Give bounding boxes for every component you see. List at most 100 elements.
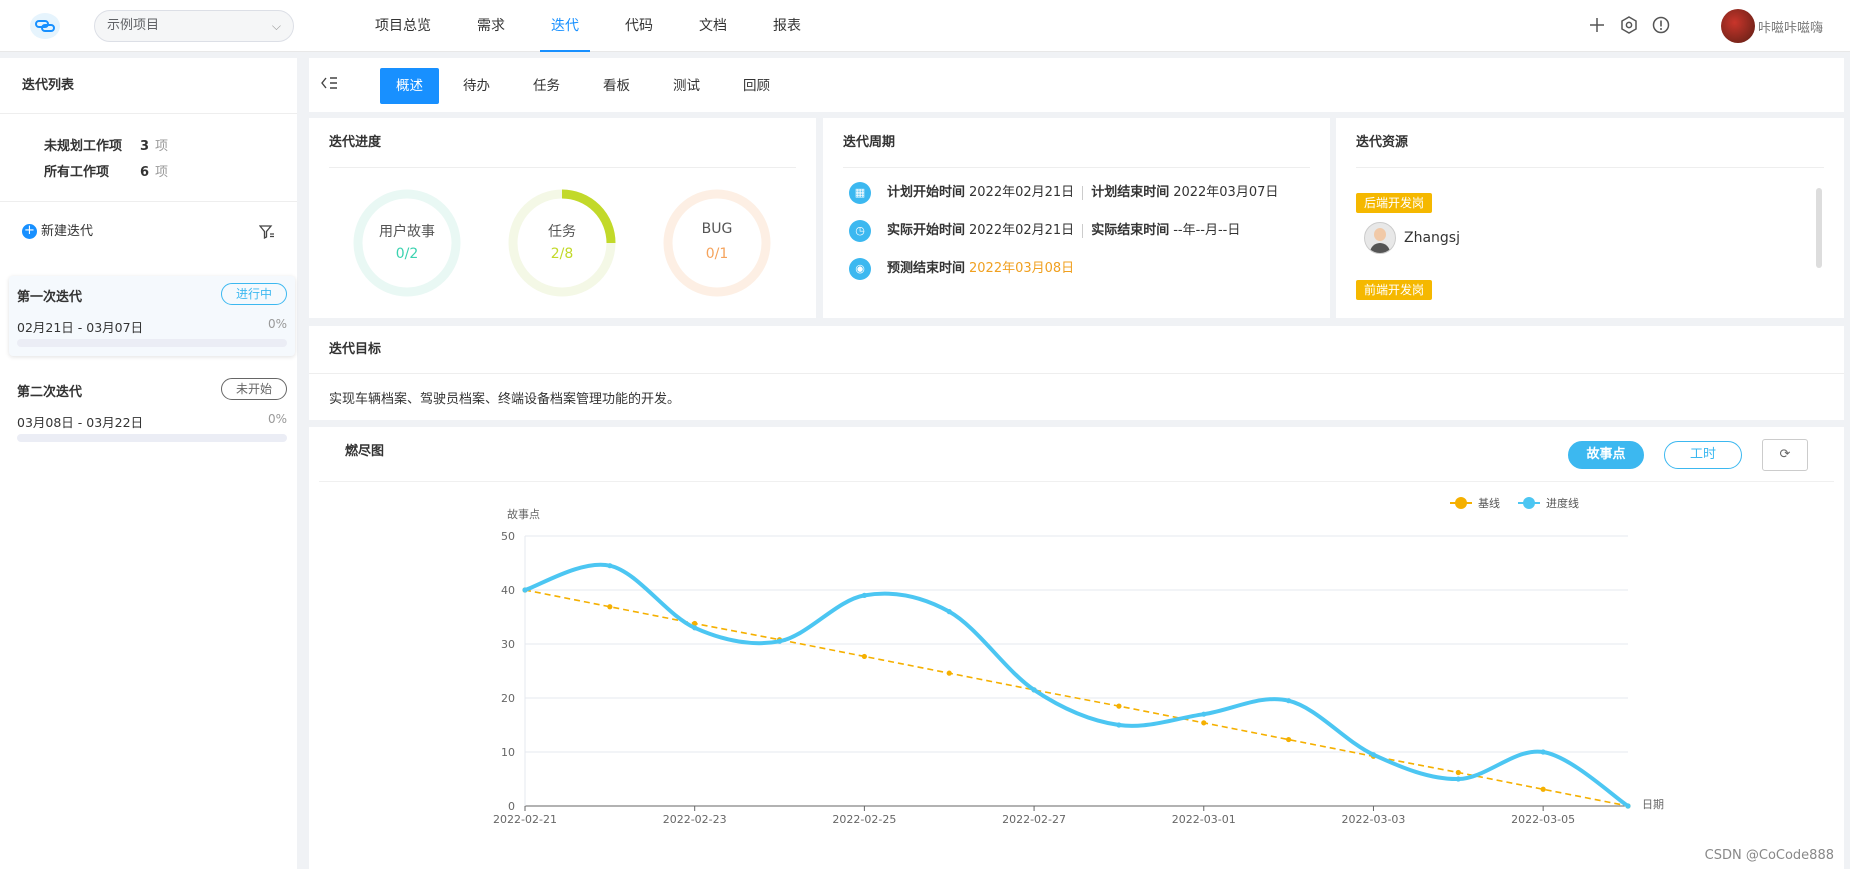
project-select[interactable]: 示例项目 ⌵ [94, 10, 294, 42]
divider [329, 167, 796, 168]
project-select-value: 示例项目 [107, 18, 160, 33]
plan-time-row: ▦ 计划开始时间 2022年02月21日 计划结束时间 2022年03月07日 [849, 182, 1278, 204]
stat-label: 所有工作项 [44, 165, 110, 180]
chevron-down-icon: ⌵ [271, 19, 281, 33]
member-avatar [1364, 222, 1396, 254]
ring-label: 任务 [548, 224, 576, 240]
data-point-progress [522, 587, 528, 593]
actual-start-label: 实际开始时间 [887, 223, 966, 238]
clock-icon: ◷ [849, 220, 871, 242]
ring-chart [353, 189, 461, 297]
nav-reports[interactable]: 报表 [750, 0, 824, 52]
member-name: Zhangsj [1404, 230, 1460, 246]
x-tick-label: 2022-03-01 [1172, 813, 1236, 826]
forecast-time-row: ◉ 预测结束时间 2022年03月08日 [849, 258, 1074, 280]
iteration-progress-text: 0% [267, 317, 287, 331]
actual-start-value: 2022年02月21日 [969, 223, 1075, 238]
new-iteration-label: 新建迭代 [41, 224, 94, 239]
iteration-dates: 03月08日 - 03月22日 [17, 415, 144, 430]
tab-board[interactable]: 看板 [587, 68, 646, 104]
iteration-goal-panel: 迭代目标 实现车辆档案、驾驶员档案、终端设备档案管理功能的开发。 [309, 326, 1844, 420]
stat-all[interactable]: 所有工作项 6 项 [44, 160, 297, 186]
data-point-baseline [946, 670, 952, 676]
data-point-baseline [1286, 736, 1292, 743]
nav-requirements[interactable]: 需求 [454, 0, 528, 52]
settings-icon[interactable] [1618, 14, 1640, 36]
plus-icon[interactable] [1586, 14, 1608, 36]
nav-code[interactable]: 代码 [602, 0, 676, 52]
ring-user-stories[interactable]: 用户故事 0/2 [352, 188, 462, 298]
tab-tasks[interactable]: 任务 [517, 68, 576, 104]
iteration-card[interactable]: 第一次迭代 进行中 02月21日 - 03月07日 0% [9, 276, 295, 356]
data-point-progress [861, 592, 867, 598]
ring-tasks[interactable]: 任务 2/8 [507, 188, 617, 298]
plan-start-value: 2022年02月21日 [969, 185, 1075, 200]
status-badge: 未开始 [220, 378, 287, 400]
tab-retro[interactable]: 回顾 [727, 68, 786, 104]
alert-icon[interactable] [1650, 14, 1672, 36]
data-point-baseline [607, 604, 613, 610]
forecast-label: 预测结束时间 [887, 261, 966, 276]
data-point-progress [776, 638, 783, 644]
iteration-tabs: 概述 待办 任务 看板 测试 回顾 [309, 58, 1844, 112]
divider [1356, 167, 1824, 168]
resource-member[interactable]: Zhangsj [1364, 222, 1460, 254]
y-tick-label: 0 [508, 800, 515, 813]
tab-todo[interactable]: 待办 [447, 68, 506, 104]
stat-unit: 项 [155, 139, 169, 154]
plan-start-label: 计划开始时间 [887, 185, 966, 200]
iteration-card[interactable]: 第二次迭代 未开始 03月08日 - 03月22日 0% [9, 371, 295, 451]
data-point-baseline [1540, 786, 1546, 792]
divider [309, 373, 1844, 374]
user-avatar[interactable] [1721, 9, 1755, 43]
legend-label: 进度线 [1546, 496, 1579, 510]
filter-icon[interactable] [258, 202, 275, 262]
ring-chart [508, 189, 616, 297]
app-logo-icon[interactable] [30, 13, 60, 39]
ring-bugs[interactable]: BUG 0/1 [662, 188, 772, 298]
ring-chart [663, 189, 771, 297]
tab-testing[interactable]: 测试 [657, 68, 716, 104]
x-tick-label: 2022-02-27 [1002, 813, 1066, 826]
scrollbar[interactable] [1816, 188, 1822, 268]
role-tag-backend: 后端开发岗 [1356, 193, 1433, 213]
iteration-sidebar: 迭代列表 未规划工作项 3 项 所有工作项 6 项 + 新建迭代 第一次迭代 进行中 02… [0, 58, 297, 869]
ring-value: 2/8 [550, 246, 574, 262]
plan-end-value: 2022年03月07日 [1173, 185, 1279, 200]
data-point-progress [1370, 752, 1377, 758]
nav-docs[interactable]: 文档 [676, 0, 750, 52]
new-iteration-row: + 新建迭代 [0, 202, 297, 262]
header-actions [1586, 14, 1672, 36]
stat-count: 3 [140, 139, 150, 154]
y-tick-label: 30 [501, 638, 515, 651]
burndown-panel: 燃尽图 故事点 工时 ⟳ 0 10 20 30 40 50 2022-02-21 2022-0… [309, 427, 1844, 869]
user-name[interactable]: 咔嗞咔嗞嗨 [1758, 17, 1823, 36]
data-point-progress [1455, 776, 1461, 782]
stat-label: 未规划工作项 [44, 139, 123, 154]
ring-value: 0/2 [395, 246, 419, 262]
legend-marker [1523, 497, 1535, 509]
watermark: CSDN @CoCode888 [1704, 848, 1834, 863]
new-iteration-button[interactable]: + 新建迭代 [22, 224, 93, 239]
iteration-progress-text: 0% [267, 412, 287, 426]
collapse-sidebar-icon[interactable] [320, 76, 338, 94]
main-nav: 项目总览 需求 迭代 代码 文档 报表 [352, 0, 824, 52]
data-point-progress [607, 563, 613, 569]
goal-text: 实现车辆档案、驾驶员档案、终端设备档案管理功能的开发。 [329, 392, 681, 407]
forecast-value: 2022年03月08日 [969, 261, 1075, 276]
nav-overview[interactable]: 项目总览 [352, 0, 454, 52]
data-point-baseline [1201, 720, 1207, 726]
iteration-dates: 02月21日 - 03月07日 [17, 320, 144, 335]
x-tick-label: 2022-02-21 [493, 813, 557, 826]
stat-unplanned[interactable]: 未规划工作项 3 项 [44, 134, 297, 160]
legend-marker [1455, 497, 1467, 509]
x-tick-label: 2022-02-25 [832, 813, 896, 826]
tab-overview[interactable]: 概述 [380, 68, 439, 104]
x-tick-label: 2022-02-23 [663, 813, 727, 826]
data-point-progress [946, 609, 952, 615]
y-tick-label: 20 [501, 692, 515, 705]
series-line-progress [523, 562, 1630, 808]
iteration-progress-bar [17, 339, 287, 347]
nav-iterations[interactable]: 迭代 [528, 0, 602, 52]
top-bar: 示例项目 ⌵ 项目总览 需求 迭代 代码 文档 报表 咔嗞咔嗞嗨 [0, 0, 1850, 52]
